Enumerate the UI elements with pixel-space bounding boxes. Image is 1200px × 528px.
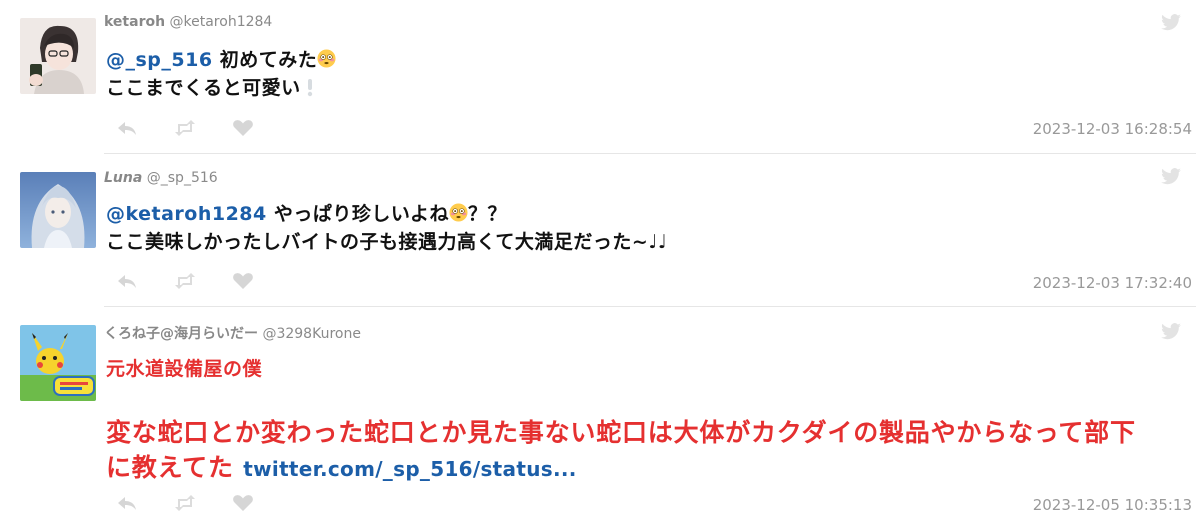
reply-icon[interactable] xyxy=(116,119,138,137)
tweet-text-line2: ここ美味しかったしバイトの子も接遇力高くて大満足だった~♩♩ xyxy=(106,231,668,253)
tweet-text-line2: ここまでくると可愛い xyxy=(106,77,301,99)
heart-icon[interactable] xyxy=(232,494,254,512)
mention-link[interactable]: @_sp_516 xyxy=(106,49,213,71)
tweet-header: くろね子@海月らいだー @3298Kurone xyxy=(104,323,361,343)
avatar[interactable] xyxy=(20,172,96,248)
tweet-text: @_sp_516 初めてみた ここまでくると可愛い xyxy=(106,46,336,102)
timestamp[interactable]: 2023-12-03 16:28:54 xyxy=(1033,120,1192,138)
tweet-text-line1: やっぱり珍しいよね xyxy=(266,203,449,225)
timestamp[interactable]: 2023-12-05 10:35:13 xyxy=(1033,496,1192,514)
mention-link[interactable]: @ketaroh1284 xyxy=(106,203,267,225)
tweet-3: くろね子@海月らいだー @3298Kurone 元水道設備屋の僕 変な蛇口とか変… xyxy=(0,307,1200,528)
avatar[interactable] xyxy=(20,18,96,94)
white-exclamation-icon xyxy=(307,79,312,97)
twitter-bird-icon[interactable] xyxy=(1160,168,1182,186)
tweet-link[interactable]: twitter.com/_sp_516/status... xyxy=(243,457,576,481)
tweet-text-large-line1: 変な蛇口とか変わった蛇口とか見た事ない蛇口は大体がカクダイの製品やからなって部下 xyxy=(106,418,1136,447)
tweet-text-large-line2: に教えてた xyxy=(106,453,234,482)
tweet-actions xyxy=(116,119,254,137)
tweet-actions xyxy=(116,272,254,290)
tweet-text-line1-tail: ？？ xyxy=(468,203,508,225)
tweet-1: ketaroh @ketaroh1284 @_sp_516 初めてみた ここまで… xyxy=(0,0,1200,152)
flushed-face-emoji-icon xyxy=(317,49,336,68)
tweet-text-large: 変な蛇口とか変わった蛇口とか見た事ない蛇口は大体がカクダイの製品やからなって部下… xyxy=(106,415,1136,487)
retweet-icon[interactable] xyxy=(174,272,196,290)
tweet-2: Luna @_sp_516 @ketaroh1284 やっぱり珍しいよね ？？ こ… xyxy=(0,154,1200,306)
tweet-text-line1: 元水道設備屋の僕 xyxy=(106,358,263,380)
tweet-header: Luna @_sp_516 xyxy=(104,170,218,186)
timestamp[interactable]: 2023-12-03 17:32:40 xyxy=(1033,274,1192,292)
author-handle[interactable]: @_sp_516 xyxy=(147,170,218,186)
author-name[interactable]: くろね子@海月らいだー xyxy=(104,326,258,342)
author-name[interactable]: ketaroh xyxy=(104,14,165,30)
author-handle[interactable]: @ketaroh1284 xyxy=(170,14,273,30)
tweet-text-line1: 初めてみた xyxy=(212,49,318,71)
avatar[interactable] xyxy=(20,325,96,401)
heart-icon[interactable] xyxy=(232,272,254,290)
tweet-header: ketaroh @ketaroh1284 xyxy=(104,14,272,30)
twitter-bird-icon[interactable] xyxy=(1160,14,1182,32)
twitter-bird-icon[interactable] xyxy=(1160,323,1182,341)
tweet-actions xyxy=(116,494,254,512)
retweet-icon[interactable] xyxy=(174,119,196,137)
reply-icon[interactable] xyxy=(116,494,138,512)
author-handle[interactable]: @3298Kurone xyxy=(262,326,361,342)
flushed-face-emoji-icon xyxy=(449,203,468,222)
tweet-text: @ketaroh1284 やっぱり珍しいよね ？？ ここ美味しかったしバイトの子も… xyxy=(106,200,667,256)
reply-icon[interactable] xyxy=(116,272,138,290)
heart-icon[interactable] xyxy=(232,119,254,137)
author-name[interactable]: Luna xyxy=(104,170,142,186)
retweet-icon[interactable] xyxy=(174,494,196,512)
